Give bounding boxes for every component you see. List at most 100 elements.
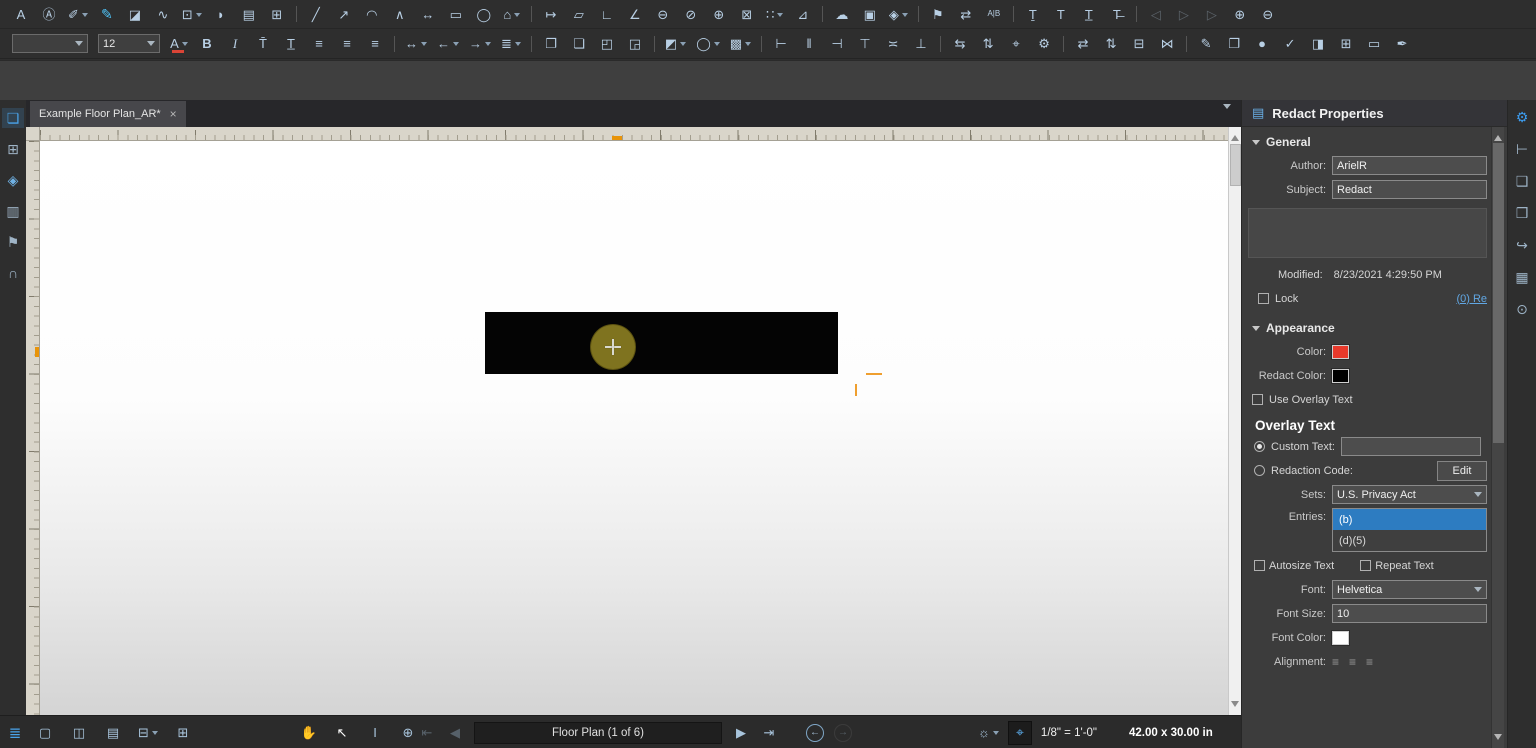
lasso-tool[interactable]: ∿ <box>154 4 172 24</box>
link-tool[interactable]: ⇄ <box>957 4 975 24</box>
toolbar-icon[interactable] <box>531 6 532 22</box>
subject-input[interactable]: Redact <box>1332 180 1487 199</box>
insert-text-tool[interactable]: Ṯ <box>1024 4 1042 24</box>
entry-row[interactable]: (b) <box>1333 509 1486 530</box>
card-view-button[interactable]: ▭ <box>1365 34 1383 54</box>
slope-tool[interactable]: ⊿ <box>794 4 812 24</box>
custom-text-radio[interactable] <box>1254 441 1265 452</box>
send-back-button[interactable]: ◲ <box>626 34 644 54</box>
stamp-tool[interactable]: ◈ <box>889 4 908 24</box>
open-documents-caret-icon[interactable] <box>1223 109 1231 127</box>
dimension-tool[interactable]: ↔ <box>419 4 437 24</box>
repeat-text-checkbox[interactable] <box>1360 560 1371 571</box>
angle-measure-tool[interactable]: ∠ <box>626 4 644 24</box>
last-page-button[interactable]: ⇥ <box>760 722 778 744</box>
document-tab[interactable]: Example Floor Plan_AR* × <box>30 101 186 127</box>
apply-button[interactable]: ✓ <box>1281 34 1299 54</box>
center-in-page-button[interactable]: ⌖ <box>1007 34 1025 54</box>
line-end-style-button[interactable]: → <box>469 34 491 54</box>
toolbar-icon[interactable] <box>918 6 919 22</box>
sign-button[interactable]: ✒ <box>1393 34 1411 54</box>
appearance-section-header[interactable]: Appearance <box>1242 315 1507 338</box>
markups-list-button[interactable]: ≣ <box>6 722 24 744</box>
flip-vertical-button[interactable]: ⇅ <box>1102 34 1120 54</box>
toolbox-tab[interactable]: ▥ <box>2 201 24 221</box>
align-middle-objects-button[interactable]: ≍ <box>884 34 902 54</box>
zoom-in-tool[interactable]: ⊕ <box>1231 4 1249 24</box>
volume-measure-tool[interactable]: ⊠ <box>738 4 756 24</box>
note-tool[interactable]: Ⓐ <box>40 4 58 24</box>
pen-tool[interactable]: ✎ <box>98 4 116 24</box>
custom-text-input[interactable] <box>1341 437 1481 456</box>
entries-listbox[interactable]: (b) (d)(5) <box>1332 508 1487 552</box>
underline-text-tool[interactable]: T̲ <box>1080 4 1098 24</box>
font-family-select[interactable] <box>12 34 88 53</box>
zoom-out-tool[interactable]: ⊖ <box>1259 4 1277 24</box>
scroll-up-icon[interactable] <box>1494 131 1502 141</box>
snap-cursor-toggle[interactable]: ⌖ <box>1008 721 1032 745</box>
page-indicator[interactable]: Floor Plan (1 of 6) <box>474 722 722 744</box>
first-page-button[interactable]: ⇤ <box>418 722 436 744</box>
revision-cloud-tool[interactable]: ☁ <box>833 4 851 24</box>
layers-tab[interactable]: ◈ <box>2 170 24 190</box>
arc-tool[interactable]: ◠ <box>363 4 381 24</box>
toolbar-icon[interactable] <box>654 36 655 52</box>
align-right-objects-button[interactable]: ⊣ <box>828 34 846 54</box>
markups-tab[interactable]: ⚑ <box>2 232 24 252</box>
crop-tool[interactable]: ⊞ <box>268 4 286 24</box>
center-measure-tool[interactable]: ⊕ <box>710 4 728 24</box>
use-overlay-text-checkbox[interactable] <box>1252 394 1263 405</box>
italic-button[interactable]: I <box>226 34 244 54</box>
radius-measure-tool[interactable]: ⊘ <box>682 4 700 24</box>
scrollbar-thumb[interactable] <box>1493 143 1504 443</box>
autosize-text-checkbox[interactable] <box>1254 560 1265 571</box>
comment-input[interactable] <box>1248 208 1487 258</box>
flip-horizontal-button[interactable]: ⇄ <box>1074 34 1092 54</box>
font-select[interactable]: Helvetica <box>1332 580 1487 599</box>
align-left-button[interactable]: ≡ <box>310 34 328 54</box>
line-spacing-button[interactable]: ≣ <box>501 34 521 54</box>
panel-scrollbar[interactable] <box>1491 127 1504 748</box>
search-panel-tab[interactable]: ⊙ <box>1510 298 1534 320</box>
crop-content-button[interactable]: ⊟ <box>1130 34 1148 54</box>
replies-link[interactable]: (0) Re <box>1456 293 1487 305</box>
toolbar-icon[interactable] <box>1186 36 1187 52</box>
overlay-align-left-button[interactable]: ≡ <box>1332 655 1339 669</box>
text-select-tool-button[interactable]: I <box>366 722 384 744</box>
arrow-tool[interactable]: ↗ <box>335 4 353 24</box>
color-swatch[interactable] <box>1332 345 1349 359</box>
font-color-button[interactable]: A <box>170 34 188 54</box>
snap-settings-button[interactable]: ⚙ <box>1035 34 1053 54</box>
sets-select[interactable]: U.S. Privacy Act <box>1332 485 1487 504</box>
redaction-markup[interactable] <box>485 312 838 374</box>
links-panel-tab[interactable]: ↪ <box>1510 234 1534 256</box>
group-button[interactable]: ❐ <box>542 34 560 54</box>
split-vertical-button[interactable]: ⊟ <box>138 722 158 744</box>
font-color-swatch[interactable] <box>1332 631 1349 645</box>
font-size-input[interactable]: 10 <box>1332 604 1487 623</box>
eraser-tool[interactable]: ◪ <box>126 4 144 24</box>
align-right-button[interactable]: ≡ <box>366 34 384 54</box>
next-page-button[interactable]: ▶ <box>732 722 750 744</box>
document-canvas[interactable] <box>40 141 1228 715</box>
line-start-style-button[interactable]: ← <box>437 34 459 54</box>
polygon-tool[interactable]: ⌂ <box>503 4 521 24</box>
facing-pages-view-button[interactable]: ◫ <box>70 722 88 744</box>
measure-length-tool[interactable]: ↦ <box>542 4 560 24</box>
snapshot-tool[interactable]: ⊡ <box>182 4 202 24</box>
toolbar-icon[interactable] <box>394 36 395 52</box>
redaction-code-radio[interactable] <box>1254 465 1265 476</box>
toolbar-icon[interactable] <box>296 6 297 22</box>
scrollbar-thumb[interactable] <box>1230 144 1241 186</box>
ellipse-tool[interactable]: ◯ <box>475 4 493 24</box>
area-measure-tool[interactable]: ▱ <box>570 4 588 24</box>
scale-indicator[interactable]: 1/8" = 1'-0" <box>1041 727 1097 739</box>
prev-markup-button[interactable]: ◁ <box>1147 4 1165 24</box>
align-center-button[interactable]: ≡ <box>338 34 356 54</box>
pages-panel-tab[interactable]: ❒ <box>1510 202 1534 224</box>
panel-toggle-button[interactable]: ◨ <box>1309 34 1327 54</box>
scroll-down-icon[interactable] <box>1494 734 1502 744</box>
entry-row[interactable]: (d)(5) <box>1333 530 1486 551</box>
canvas-scrollbar[interactable] <box>1228 127 1241 715</box>
file-access-tab[interactable]: ❏ <box>2 108 24 128</box>
